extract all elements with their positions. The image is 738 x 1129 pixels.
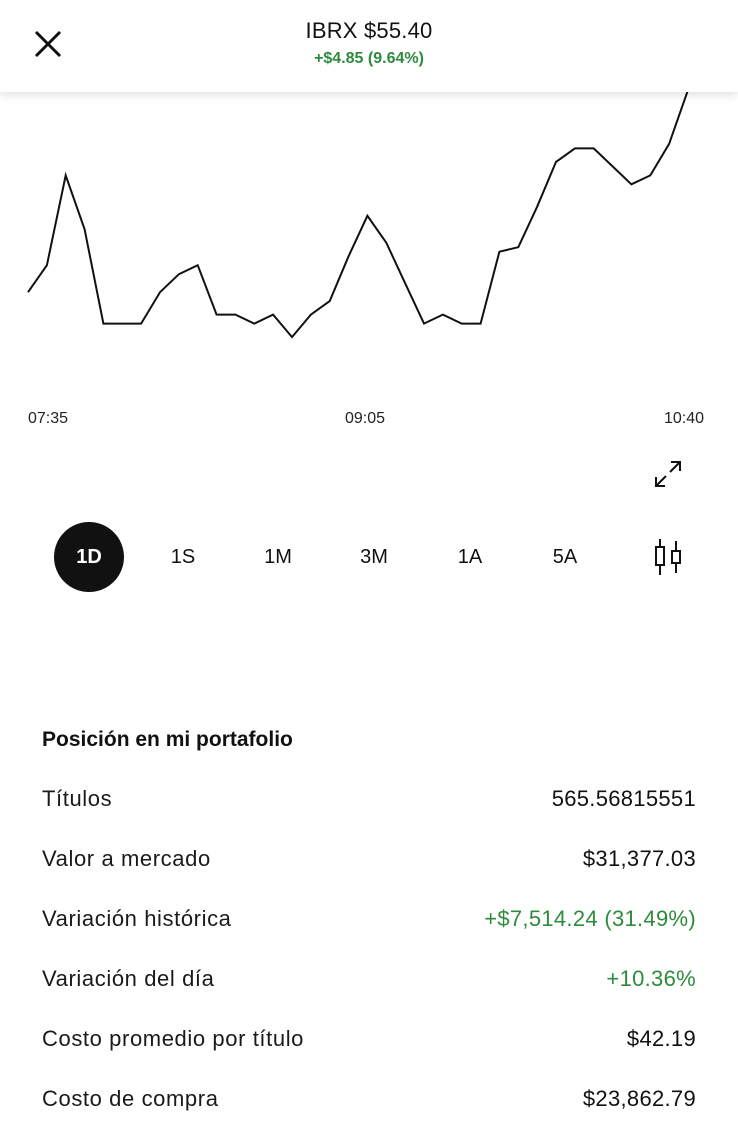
period-1a[interactable]: 1A — [435, 522, 505, 592]
row-value: $42.19 — [626, 1026, 696, 1051]
portfolio-section-title: Posición en mi portafolio — [42, 728, 293, 751]
row-label: Costo promedio por título — [42, 1026, 305, 1051]
period-3m[interactable]: 3M — [339, 522, 409, 592]
row-value: $31,377.03 — [582, 846, 696, 871]
row-label: Variación histórica — [42, 906, 232, 931]
row-value: +10.36% — [606, 966, 696, 991]
period-5a[interactable]: 5A — [530, 522, 600, 592]
period-1m[interactable]: 1M — [243, 522, 313, 592]
x-tick-end: 10:40 — [664, 410, 705, 427]
row-value: +$7,514.24 (31.49%) — [484, 906, 696, 931]
row-variacion-dia: Variación del día +10.36% — [42, 964, 696, 994]
expand-chart-button[interactable] — [648, 454, 688, 494]
candlestick-icon — [655, 539, 681, 575]
period-1s[interactable]: 1S — [148, 522, 218, 592]
row-label: Variación del día — [42, 966, 215, 991]
price-line — [27, 92, 689, 339]
price-chart[interactable] — [0, 92, 738, 382]
row-value: 565.56815551 — [551, 786, 696, 811]
period-selector: 1D 1S 1M 3M 1A 5A — [0, 522, 738, 592]
row-valor-mercado: Valor a mercado $31,377.03 — [42, 844, 696, 874]
row-titulos: Títulos 565.56815551 — [42, 784, 696, 814]
row-costo-compra: Costo de compra $23,862.79 — [42, 1084, 696, 1114]
x-tick-mid: 09:05 — [345, 410, 386, 427]
period-1d[interactable]: 1D — [54, 522, 124, 592]
row-value: $23,862.79 — [582, 1086, 696, 1111]
row-label: Títulos — [42, 786, 113, 811]
price-change: +$4.85 (9.64%) — [314, 50, 424, 67]
candlestick-toggle-button[interactable] — [648, 535, 688, 579]
expand-icon — [655, 461, 681, 487]
row-variacion-historica: Variación histórica +$7,514.24 (31.49%) — [42, 904, 696, 934]
row-costo-promedio: Costo promedio por título $42.19 — [42, 1024, 696, 1054]
row-label: Valor a mercado — [42, 846, 211, 871]
header: IBRX $55.40 +$4.85 (9.64%) — [0, 0, 738, 92]
row-label: Costo de compra — [42, 1086, 219, 1111]
x-tick-start: 07:35 — [28, 410, 69, 427]
symbol-price-title: IBRX $55.40 — [305, 18, 433, 43]
